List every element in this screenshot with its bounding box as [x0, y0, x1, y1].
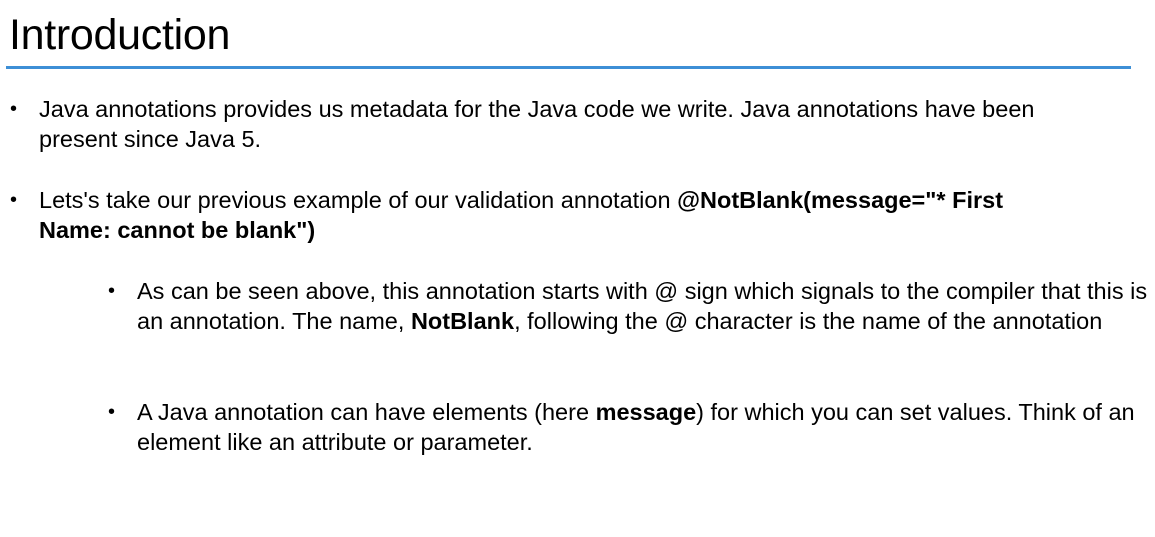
title-underline	[6, 66, 1131, 69]
bullet-dot: •	[108, 280, 116, 302]
bullet-text: Java annotations provides us metadata fo…	[39, 96, 1035, 152]
bullet-dot: •	[10, 98, 18, 120]
bullet-text: A Java annotation can have elements (her…	[137, 397, 1148, 457]
bullet-text-plain: Lets's take our previous example of our …	[39, 187, 678, 213]
bullet-dot: •	[10, 189, 18, 211]
bullet-text-plain: A Java annotation can have elements (her…	[137, 399, 596, 425]
bullet-dot: •	[108, 401, 116, 423]
slide-title: Introduction	[9, 11, 231, 59]
slide: Introduction • Java annotations provides…	[0, 0, 1155, 537]
bullet-text: As can be seen above, this annotation st…	[137, 276, 1148, 336]
element-name: message	[595, 399, 697, 425]
bullet-java-annotations: • Java annotations provides us metadata …	[10, 94, 1070, 154]
bullet-text: Lets's take our previous example of our …	[39, 185, 1070, 245]
annotation-name: NotBlank	[410, 308, 515, 334]
sub-bullet-at-sign: • As can be seen above, this annotation …	[108, 276, 1148, 336]
bullet-previous-example: • Lets's take our previous example of ou…	[10, 185, 1070, 245]
bullet-text-plain: , following the @ character is the name …	[514, 308, 1103, 334]
sub-bullet-elements: • A Java annotation can have elements (h…	[108, 397, 1148, 457]
